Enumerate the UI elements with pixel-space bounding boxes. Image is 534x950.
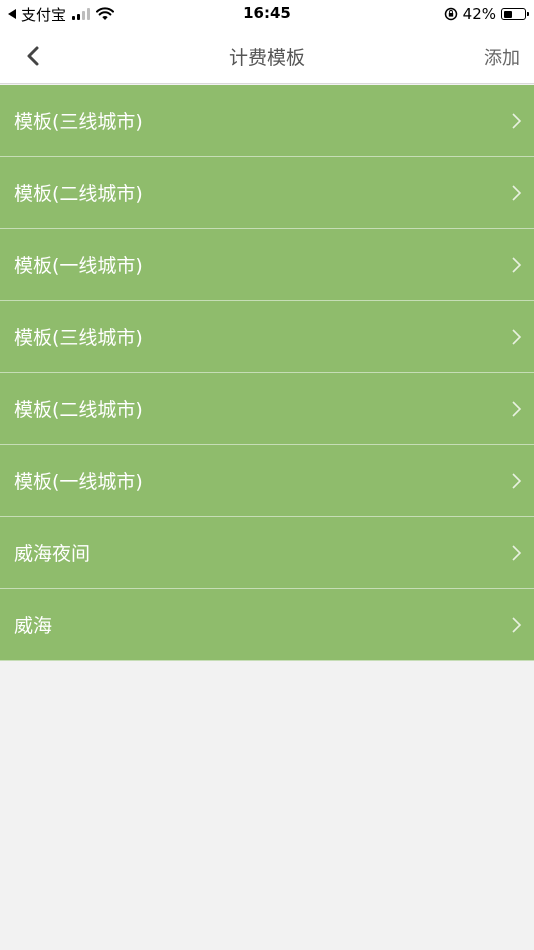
list-item-label: 模板(一线城市) — [14, 255, 143, 277]
list-item-label: 威海 — [14, 615, 53, 637]
list-item-label: 模板(二线城市) — [14, 183, 143, 205]
list-item[interactable]: 威海夜间 — [0, 517, 534, 589]
chevron-right-icon — [512, 617, 522, 633]
battery-percent: 42% — [462, 5, 496, 23]
status-bar: 支付宝 16:45 42% — [0, 0, 534, 28]
chevron-right-icon — [512, 257, 522, 273]
list-item[interactable]: 威海 — [0, 589, 534, 661]
page-title: 计费模板 — [228, 47, 305, 69]
navigation-bar: 计费模板 添加 — [0, 28, 534, 84]
chevron-right-icon — [512, 329, 522, 345]
chevron-right-icon — [512, 545, 522, 561]
battery-icon — [501, 8, 529, 20]
chevron-right-icon — [512, 185, 522, 201]
list-item[interactable]: 模板(一线城市) — [0, 445, 534, 517]
chevron-right-icon — [512, 401, 522, 417]
battery-fill — [503, 10, 512, 18]
chevron-right-icon — [512, 113, 522, 129]
status-right: 42% — [444, 4, 529, 24]
add-button[interactable]: 添加 — [484, 44, 520, 70]
list-item-label: 威海夜间 — [14, 543, 91, 565]
list-item[interactable]: 模板(三线城市) — [0, 301, 534, 373]
template-list: 模板(三线城市) 模板(二线城市) 模板(一线城市) 模板(三线城市) 模板(二… — [0, 85, 534, 661]
list-item-label: 模板(二线城市) — [14, 399, 143, 421]
list-item[interactable]: 模板(二线城市) — [0, 157, 534, 229]
list-item-label: 模板(一线城市) — [14, 471, 143, 493]
list-item[interactable]: 模板(二线城市) — [0, 373, 534, 445]
list-item[interactable]: 模板(一线城市) — [0, 229, 534, 301]
orientation-lock-icon — [444, 7, 457, 21]
list-item[interactable]: 模板(三线城市) — [0, 85, 534, 157]
list-item-label: 模板(三线城市) — [14, 327, 143, 349]
list-item-label: 模板(三线城市) — [14, 111, 143, 133]
chevron-right-icon — [512, 473, 522, 489]
